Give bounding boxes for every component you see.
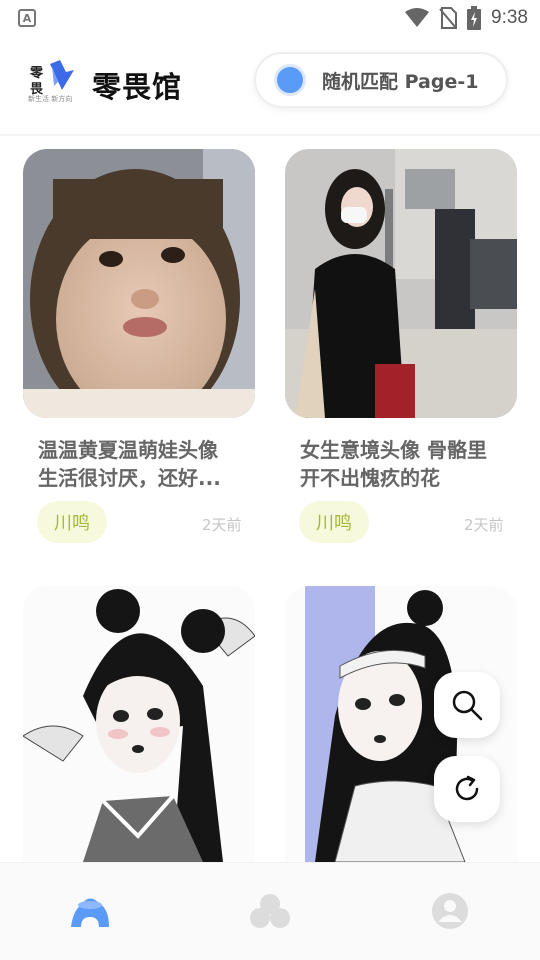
circles-icon bbox=[250, 894, 290, 928]
author-badge[interactable]: 川鸣 bbox=[299, 501, 369, 543]
card-title-line: 温温黄夏温萌娃头像 bbox=[38, 438, 218, 462]
card-title-line: 女生意境头像 骨骼里 bbox=[300, 438, 487, 462]
card-image[interactable] bbox=[23, 149, 255, 418]
card-title: 女生意境头像 骨骼里 开不出愧疚的花 bbox=[300, 436, 522, 492]
post-time: 2天前 bbox=[202, 516, 242, 534]
card-title: 温温黄夏温萌娃头像 生活很讨厌，还好... bbox=[38, 436, 253, 492]
card-title-line: 开不出愧疚的花 bbox=[300, 466, 440, 490]
profile-icon bbox=[432, 893, 468, 929]
card-image[interactable] bbox=[285, 149, 517, 418]
nav-home[interactable] bbox=[68, 891, 112, 931]
search-fab[interactable] bbox=[434, 672, 500, 738]
post-time: 2天前 bbox=[464, 516, 504, 534]
post-card[interactable]: 女生意境头像 骨骼里 开不出愧疚的花 川鸣 2天前 bbox=[270, 0, 540, 560]
refresh-icon bbox=[455, 775, 479, 801]
refresh-fab[interactable] bbox=[434, 756, 500, 822]
card-title-line: 生活很讨厌，还好... bbox=[38, 466, 221, 490]
post-card[interactable] bbox=[270, 580, 540, 862]
home-icon bbox=[71, 898, 109, 927]
search-icon bbox=[452, 690, 483, 721]
author-badge[interactable]: 川鸣 bbox=[37, 501, 107, 543]
nav-profile[interactable] bbox=[428, 891, 472, 931]
post-card[interactable] bbox=[0, 580, 270, 862]
card-image[interactable] bbox=[23, 586, 255, 862]
nav-discover[interactable] bbox=[248, 891, 292, 931]
bottom-nav bbox=[0, 862, 540, 960]
post-card[interactable]: 温温黄夏温萌娃头像 生活很讨厌，还好... 川鸣 2天前 bbox=[0, 0, 270, 560]
